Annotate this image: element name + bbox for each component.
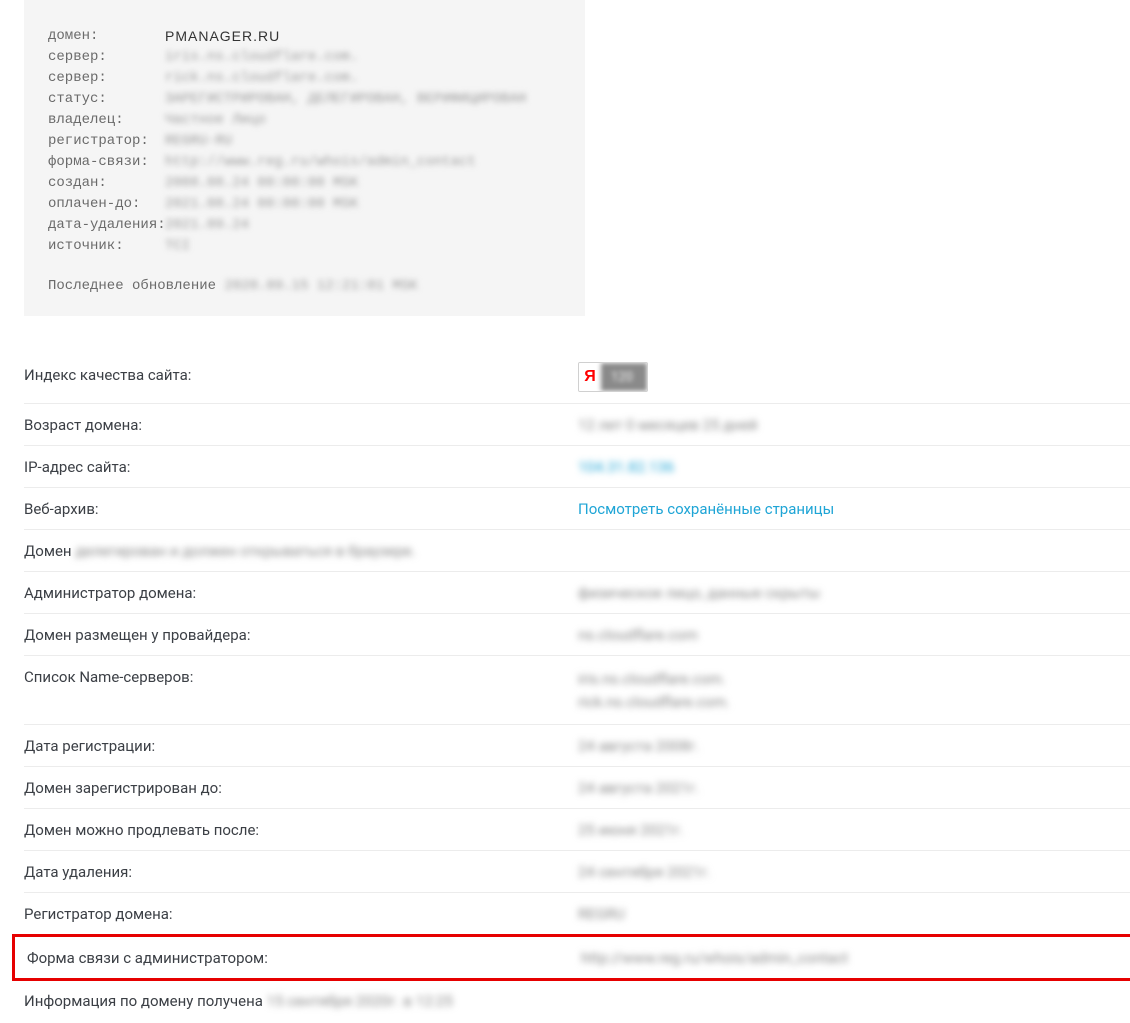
fetched-prefix: Информация по домену получена <box>24 992 263 1010</box>
value-registrar: REGRU <box>578 905 1130 923</box>
yandex-quality-badge: Я 120 <box>578 362 648 392</box>
value-ns: iris.ns.cloudflare.com. rick.ns.cloudfla… <box>578 668 1130 713</box>
whois-row-source: источник: TCI <box>48 236 561 257</box>
label-age: Возраст домена: <box>24 416 578 434</box>
row-contact-form: Форма связи с администратором: http://ww… <box>27 949 1127 967</box>
value-reguntil: 24 августа 2021г. <box>578 779 1130 797</box>
label-provider: Домен размещен у провайдера: <box>24 626 578 644</box>
label-quality: Индекс качества сайта: <box>24 362 578 384</box>
whois-row-paid-till: оплачен-до: 2021.08.24 00:00:00 MSK <box>48 194 561 215</box>
whois-row-delete-date: дата-удаления: 2021.09.24 <box>48 215 561 236</box>
value-renew: 25 июня 2021г. <box>578 821 1130 839</box>
row-nameservers: Список Name-серверов: iris.ns.cloudflare… <box>24 656 1130 725</box>
whois-label: владелец: <box>48 110 165 131</box>
whois-label: создан: <box>48 173 165 194</box>
whois-value: http://www.reg.ru/whois/admin_contact <box>165 152 561 173</box>
delegated-value: делегирован и должен открываться в брауз… <box>75 542 415 560</box>
whois-row-domain: домен: PMANAGER.RU <box>48 26 561 47</box>
value-ip-link[interactable]: 104.31.82.136 <box>578 458 1130 476</box>
whois-value: 2021.08.24 00:00:00 MSK <box>165 194 561 215</box>
value-deldate: 24 сентября 2021г. <box>578 863 1130 881</box>
label-ns: Список Name-серверов: <box>24 668 578 686</box>
yandex-logo-icon: Я <box>579 363 601 391</box>
whois-raw-panel: домен: PMANAGER.RU сервер: iris.ns.cloud… <box>24 0 585 316</box>
whois-value-domain: PMANAGER.RU <box>165 26 561 47</box>
label-renew: Домен можно продлевать после: <box>24 821 578 839</box>
row-domain-age: Возраст домена: 12 лет 0 месяцев 25 дней <box>24 404 1130 446</box>
whois-value: Частное Лицо <box>165 110 561 131</box>
whois-row-created: создан: 2008.08.24 00:00:00 MSK <box>48 173 561 194</box>
row-provider: Домен размещен у провайдера: ns.cloudfla… <box>24 614 1130 656</box>
row-delegated: Домен делегирован и должен открываться в… <box>24 530 1130 572</box>
whois-label: домен: <box>48 26 165 47</box>
row-reg-date: Дата регистрации: 24 августа 2008г. <box>24 725 1130 767</box>
last-update-value: 2020.09.15 12:21:01 MSK <box>224 278 417 294</box>
value-quality: Я 120 <box>578 362 1130 392</box>
row-delete-date: Дата удаления: 24 сентября 2021г. <box>24 851 1130 893</box>
ns-entry: rick.ns.cloudflare.com. <box>578 691 1130 714</box>
whois-row-status: статус: ЗАРЕГИСТРИРОВАН, ДЕЛЕГИРОВАН, ВЕ… <box>48 89 561 110</box>
whois-label: сервер: <box>48 47 165 68</box>
whois-value: 2008.08.24 00:00:00 MSK <box>165 173 561 194</box>
row-fetched-info: Информация по домену получена 15 сентябр… <box>24 980 1130 1021</box>
whois-label: дата-удаления: <box>48 215 165 236</box>
whois-value: REGRU-RU <box>165 131 561 152</box>
whois-label: сервер: <box>48 68 165 89</box>
whois-row-owner: владелец: Частное Лицо <box>48 110 561 131</box>
whois-value: ЗАРЕГИСТРИРОВАН, ДЕЛЕГИРОВАН, ВЕРИФИЦИРО… <box>165 89 561 110</box>
value-archive-link[interactable]: Посмотреть сохранённые страницы <box>578 500 1130 518</box>
whois-value: 2021.09.24 <box>165 215 561 236</box>
ns-entry: iris.ns.cloudflare.com. <box>578 668 1130 691</box>
whois-label: форма-связи: <box>48 152 165 173</box>
domain-info-table: Индекс качества сайта: Я 120 Возраст дом… <box>24 350 1130 1021</box>
highlighted-contact-row: Форма связи с администратором: http://ww… <box>12 934 1130 981</box>
value-regdate: 24 августа 2008г. <box>578 737 1130 755</box>
whois-label: источник: <box>48 236 165 257</box>
whois-value: TCI <box>165 236 561 257</box>
label-delegated: Домен делегирован и должен открываться в… <box>24 542 1130 560</box>
whois-label: регистратор: <box>48 131 165 152</box>
whois-last-update: Последнее обновление 2020.09.15 12:21:01… <box>48 278 561 294</box>
label-registrar: Регистратор домена: <box>24 905 578 923</box>
row-renew-after: Домен можно продлевать после: 25 июня 20… <box>24 809 1130 851</box>
row-quality-index: Индекс качества сайта: Я 120 <box>24 350 1130 404</box>
value-age: 12 лет 0 месяцев 25 дней <box>578 416 1130 434</box>
whois-value: rick.ns.cloudflare.com. <box>165 68 561 89</box>
whois-row-contact-form: форма-связи: http://www.reg.ru/whois/adm… <box>48 152 561 173</box>
delegated-prefix: Домен <box>24 542 72 560</box>
row-admin: Администратор домена: физическое лицо, д… <box>24 572 1130 614</box>
last-update-label: Последнее обновление <box>48 278 216 294</box>
fetched-value: 15 сентября 2020г. в 12:25 <box>267 992 453 1010</box>
label-ip: IP-адрес сайта: <box>24 458 578 476</box>
label-contact: Форма связи с администратором: <box>27 949 581 967</box>
label-admin: Администратор домена: <box>24 584 578 602</box>
yandex-score: 120 <box>601 363 647 391</box>
value-provider: ns.cloudflare.com <box>578 626 1130 644</box>
label-regdate: Дата регистрации: <box>24 737 578 755</box>
label-reguntil: Домен зарегистрирован до: <box>24 779 578 797</box>
whois-label: статус: <box>48 89 165 110</box>
whois-label: оплачен-до: <box>48 194 165 215</box>
whois-value: iris.ns.cloudflare.com. <box>165 47 561 68</box>
whois-row-server2: сервер: rick.ns.cloudflare.com. <box>48 68 561 89</box>
row-registrar: Регистратор домена: REGRU <box>24 893 1130 935</box>
row-web-archive: Веб-архив: Посмотреть сохранённые страни… <box>24 488 1130 530</box>
label-deldate: Дата удаления: <box>24 863 578 881</box>
label-archive: Веб-архив: <box>24 500 578 518</box>
row-reg-until: Домен зарегистрирован до: 24 августа 202… <box>24 767 1130 809</box>
row-ip-address: IP-адрес сайта: 104.31.82.136 <box>24 446 1130 488</box>
whois-row-registrar: регистратор: REGRU-RU <box>48 131 561 152</box>
value-admin: физическое лицо, данные скрыты <box>578 584 1130 602</box>
whois-row-server1: сервер: iris.ns.cloudflare.com. <box>48 47 561 68</box>
value-contact-link[interactable]: http://www.reg.ru/whois/admin_contact <box>581 949 1127 967</box>
